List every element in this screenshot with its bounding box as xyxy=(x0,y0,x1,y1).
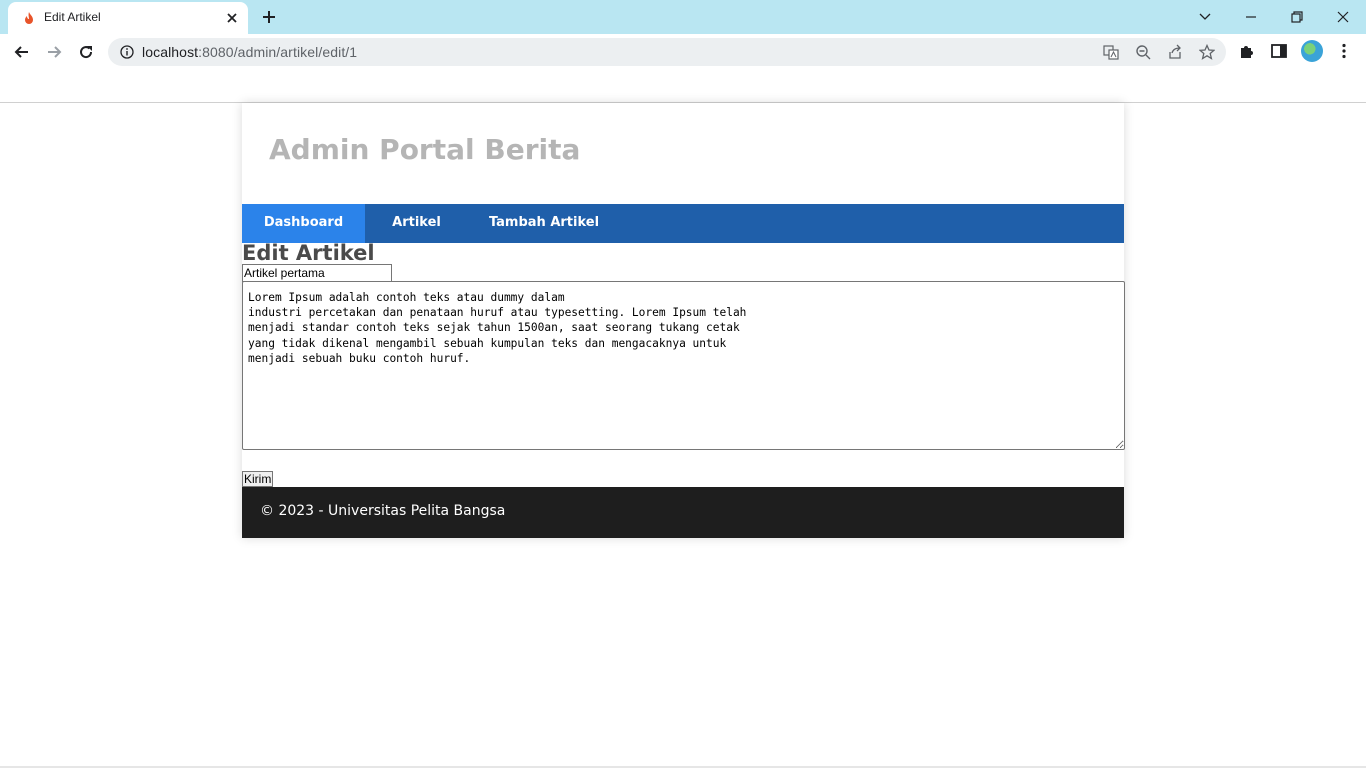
sidepanel-icon[interactable] xyxy=(1270,42,1288,60)
reload-icon[interactable] xyxy=(76,42,96,62)
browser-toolbar: localhost:8080/admin/artikel/edit/1 xyxy=(0,34,1366,70)
restore-icon[interactable] xyxy=(1286,6,1308,28)
back-icon[interactable] xyxy=(12,42,32,62)
window-close-icon[interactable] xyxy=(1332,6,1354,28)
page-heading: Edit Artikel xyxy=(242,241,375,265)
zoom-out-icon[interactable] xyxy=(1135,44,1151,60)
main-navbar: Dashboard Artikel Tambah Artikel xyxy=(242,204,1124,243)
kebab-menu-icon[interactable] xyxy=(1335,42,1353,60)
content-textarea[interactable]: Lorem Ipsum adalah contoh teks atau dumm… xyxy=(242,281,1125,450)
address-bar[interactable]: localhost:8080/admin/artikel/edit/1 xyxy=(108,38,1226,66)
share-icon[interactable] xyxy=(1167,44,1183,60)
minimize-icon[interactable] xyxy=(1240,6,1262,28)
submit-button[interactable]: Kirim xyxy=(242,471,274,487)
browser-tabstrip: Edit Artikel xyxy=(0,0,1366,34)
close-icon[interactable] xyxy=(224,10,240,26)
site-header: Admin Portal Berita xyxy=(242,103,1124,204)
chevron-down-icon[interactable] xyxy=(1194,6,1216,28)
plus-icon[interactable] xyxy=(260,8,278,26)
translate-icon[interactable] xyxy=(1103,44,1119,60)
footer-copyright: © 2023 - Universitas Pelita Bangsa xyxy=(260,503,506,519)
forward-icon[interactable] xyxy=(44,42,64,62)
browser-tab[interactable]: Edit Artikel xyxy=(8,2,248,34)
info-icon[interactable] xyxy=(120,45,134,59)
avatar[interactable] xyxy=(1301,40,1323,62)
tab-title: Edit Artikel xyxy=(44,10,101,24)
url-host: localhost xyxy=(142,44,199,60)
fire-favicon-icon xyxy=(25,12,33,24)
nav-tambah-artikel[interactable]: Tambah Artikel xyxy=(468,204,620,243)
nav-artikel[interactable]: Artikel xyxy=(365,204,468,243)
star-icon[interactable] xyxy=(1199,44,1215,60)
url-path: :8080/admin/artikel/edit/1 xyxy=(198,44,358,60)
site-title: Admin Portal Berita xyxy=(269,133,581,166)
url-text: localhost:8080/admin/artikel/edit/1 xyxy=(142,44,357,60)
puzzle-icon[interactable] xyxy=(1238,42,1256,60)
nav-dashboard[interactable]: Dashboard xyxy=(242,204,365,243)
title-input[interactable] xyxy=(242,264,392,282)
page-container: Admin Portal Berita Dashboard Artikel Ta… xyxy=(242,103,1125,538)
site-footer: © 2023 - Universitas Pelita Bangsa xyxy=(242,487,1124,538)
